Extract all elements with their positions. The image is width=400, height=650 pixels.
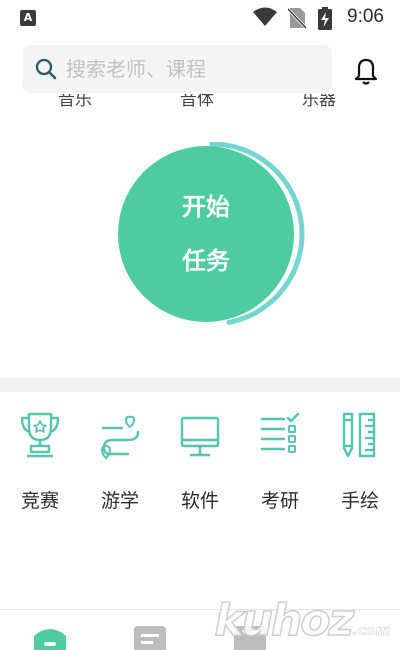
- tab-0[interactable]: 音乐: [58, 94, 92, 110]
- status-time: 9:06: [347, 6, 384, 27]
- no-sim-icon: [288, 7, 306, 29]
- category-postgrad-exam[interactable]: 考研: [240, 410, 320, 513]
- category-software[interactable]: 软件: [160, 410, 240, 513]
- tab-2[interactable]: 乐器: [302, 94, 336, 110]
- app-notification-icon: A: [20, 10, 36, 26]
- search-icon: [35, 58, 57, 80]
- category-label: 软件: [180, 490, 219, 512]
- start-task-line1: 开始: [182, 193, 230, 221]
- search-bar[interactable]: [22, 45, 332, 93]
- category-grid: 竞赛 游学 软件 考研 手绘: [0, 410, 400, 513]
- category-competition[interactable]: 竞赛: [0, 410, 80, 513]
- checklist-icon: [260, 412, 300, 453]
- monitor-icon: [180, 416, 220, 457]
- wifi-icon: [253, 7, 277, 26]
- nav-home-icon[interactable]: [32, 624, 68, 650]
- nav-list-icon[interactable]: [132, 624, 168, 650]
- start-task-line2: 任务: [182, 247, 230, 275]
- battery-charging-icon: [318, 7, 332, 30]
- category-tabs: 音乐 音体 乐器: [0, 94, 400, 110]
- section-divider: [0, 378, 400, 392]
- bell-icon[interactable]: [352, 56, 380, 86]
- category-label: 竞赛: [20, 490, 59, 512]
- tab-1[interactable]: 音体: [180, 94, 214, 110]
- category-label: 考研: [260, 490, 299, 512]
- category-label: 手绘: [340, 490, 379, 512]
- category-study-tour[interactable]: 游学: [80, 410, 160, 513]
- status-bar: A 9:06: [0, 0, 400, 36]
- route-icon: [100, 415, 140, 460]
- trophy-icon: [20, 412, 60, 458]
- category-label: 游学: [100, 490, 139, 512]
- category-hand-drawing[interactable]: 手绘: [320, 410, 400, 513]
- start-task-button[interactable]: 开始 任务: [118, 146, 294, 322]
- pencil-ruler-icon: [342, 412, 376, 458]
- search-input[interactable]: [66, 53, 316, 85]
- site-watermark: kuhoz.com: [214, 594, 391, 647]
